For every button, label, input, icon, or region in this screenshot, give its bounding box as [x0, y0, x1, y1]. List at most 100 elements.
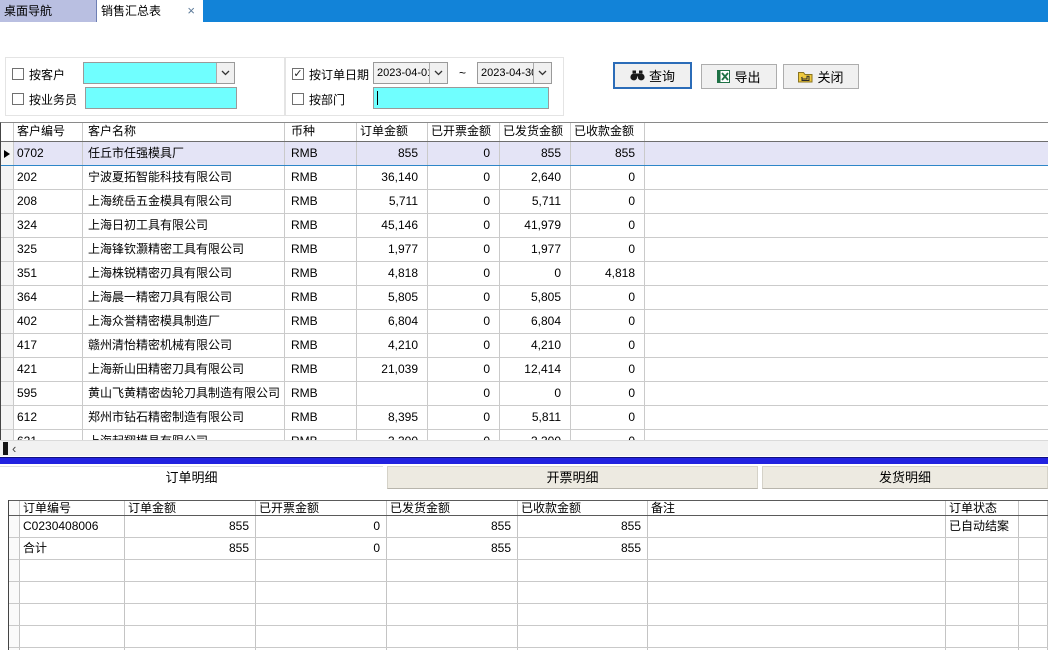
- cell-order-amount: 855: [125, 538, 256, 559]
- tab-shipment-detail[interactable]: 发货明细: [762, 466, 1048, 489]
- order-detail-row[interactable]: 合计8550855855: [9, 538, 1048, 560]
- cell-invoiced-amount: 0: [428, 358, 500, 381]
- cell-currency: RMB: [285, 142, 357, 165]
- cell-shipped-amount: 3,300: [500, 430, 571, 440]
- row-selector: [1, 358, 14, 381]
- customer-row[interactable]: 325上海锋钦灏精密工具有限公司RMB1,97701,9770: [1, 238, 1048, 262]
- cell-filler: [645, 358, 1048, 381]
- cell-invoiced-amount: 0: [428, 406, 500, 429]
- tab-sales-summary[interactable]: 销售汇总表 ×: [97, 0, 203, 22]
- col-shipped-amount[interactable]: 已发货金额: [500, 123, 571, 141]
- empty-row[interactable]: [9, 560, 1048, 582]
- cell-received-amount: [518, 582, 648, 603]
- customer-row[interactable]: 351上海株锐精密刃具有限公司RMB4,818004,818: [1, 262, 1048, 286]
- cell-shipped-amount: 855: [500, 142, 571, 165]
- checkbox-icon[interactable]: [292, 93, 304, 105]
- customer-row[interactable]: 324上海日初工具有限公司RMB45,146041,9790: [1, 214, 1048, 238]
- cell-invoiced-amount: 0: [428, 142, 500, 165]
- checkbox-checked-icon[interactable]: ✓: [292, 68, 304, 80]
- cell-invoiced-amount: [256, 560, 387, 581]
- customer-row[interactable]: 202宁波夏拓智能科技有限公司RMB36,14002,6400: [1, 166, 1048, 190]
- col-invoiced-amount[interactable]: 已开票金额: [428, 123, 500, 141]
- by-department-checkbox[interactable]: 按部门: [292, 92, 345, 106]
- cell-invoiced-amount: [256, 582, 387, 603]
- cell-order-amount: [125, 604, 256, 625]
- tab-invoice-detail[interactable]: 开票明细: [387, 466, 758, 489]
- cell-shipped-amount: 1,977: [500, 238, 571, 261]
- tab-order-detail[interactable]: 订单明细: [0, 466, 383, 489]
- query-button[interactable]: 查询: [614, 63, 691, 88]
- col-order-status[interactable]: 订单状态: [946, 501, 1019, 515]
- date-from-combo[interactable]: 2023-04-01: [373, 62, 448, 84]
- cell-order-amount: [357, 382, 428, 405]
- customer-row[interactable]: 595黄山飞黄精密齿轮刀具制造有限公司RMB000: [1, 382, 1048, 406]
- cell-invoiced-amount: 0: [428, 286, 500, 309]
- col-currency[interactable]: 币种: [285, 123, 357, 141]
- cell-shipped-amount: 0: [500, 262, 571, 285]
- cell-customer-name: 上海晨一精密刀具有限公司: [83, 286, 285, 309]
- customer-row[interactable]: 417赣州清怡精密机械有限公司RMB4,21004,2100: [1, 334, 1048, 358]
- col-shipped-amount[interactable]: 已发货金额: [387, 501, 518, 515]
- cell-order-no: [20, 582, 125, 603]
- cell-note: [648, 604, 946, 625]
- checkbox-icon[interactable]: [12, 93, 24, 105]
- by-customer-checkbox[interactable]: 按客户: [12, 67, 65, 81]
- customer-row[interactable]: 364上海晨一精密刀具有限公司RMB5,80505,8050: [1, 286, 1048, 310]
- salesman-input[interactable]: [85, 87, 237, 109]
- cell-order-status: 已自动结案: [946, 516, 1019, 537]
- cell-order-status: [946, 560, 1019, 581]
- col-order-amount[interactable]: 订单金额: [125, 501, 256, 515]
- order-detail-row[interactable]: C02304080068550855855已自动结案: [9, 516, 1048, 538]
- department-input[interactable]: [373, 87, 549, 109]
- cell-currency: RMB: [285, 166, 357, 189]
- close-button[interactable]: 关闭: [783, 64, 859, 89]
- cell-customer-name: 任丘市任强模具厂: [83, 142, 285, 165]
- close-tab-icon[interactable]: ×: [187, 0, 195, 22]
- export-button[interactable]: 导出: [701, 64, 777, 89]
- col-received-amount[interactable]: 已收款金额: [571, 123, 645, 141]
- panel-splitter[interactable]: [0, 457, 1048, 464]
- horizontal-scrollbar[interactable]: ‹: [0, 440, 1048, 456]
- date-to-drop-button[interactable]: [533, 63, 551, 83]
- cell-order-amount: [125, 560, 256, 581]
- row-selector: [1, 334, 14, 357]
- date-to-value[interactable]: 2023-04-30: [478, 63, 533, 83]
- customer-combo-value[interactable]: [84, 63, 216, 83]
- date-to-combo[interactable]: 2023-04-30: [477, 62, 552, 84]
- cell-filler: [645, 238, 1048, 261]
- cell-received-amount: 0: [571, 238, 645, 261]
- scroll-left-arrow-icon[interactable]: ‹: [12, 441, 16, 456]
- col-order-amount[interactable]: 订单金额: [357, 123, 428, 141]
- date-from-value[interactable]: 2023-04-01: [374, 63, 429, 83]
- col-note[interactable]: 备注: [648, 501, 946, 515]
- col-invoiced-amount[interactable]: 已开票金额: [256, 501, 387, 515]
- scrollbar-thumb[interactable]: [3, 442, 8, 455]
- cell-customer-id: 402: [14, 310, 83, 333]
- by-order-date-checkbox[interactable]: ✓ 按订单日期: [292, 67, 369, 81]
- col-order-no[interactable]: 订单编号: [20, 501, 125, 515]
- customer-row[interactable]: 612郑州市钻石精密制造有限公司RMB8,39505,8110: [1, 406, 1048, 430]
- row-selector: [9, 538, 20, 559]
- row-selector: [1, 430, 14, 440]
- text-cursor: [377, 91, 378, 105]
- date-from-drop-button[interactable]: [429, 63, 447, 83]
- empty-row[interactable]: [9, 604, 1048, 626]
- customer-combo-drop-button[interactable]: [216, 63, 234, 83]
- customer-row[interactable]: 0702任丘市任强模具厂RMB8550855855: [1, 142, 1048, 166]
- tab-desktop-navigation[interactable]: 桌面导航: [0, 0, 97, 22]
- customer-row[interactable]: 421上海新山田精密刀具有限公司RMB21,039012,4140: [1, 358, 1048, 382]
- by-salesman-checkbox[interactable]: 按业务员: [12, 92, 77, 106]
- customer-combo[interactable]: [83, 62, 235, 84]
- customer-row[interactable]: 621上海起翔模具有限公司RMB3,30003,3000: [1, 430, 1048, 440]
- cell-currency: RMB: [285, 214, 357, 237]
- cell-order-status: [946, 604, 1019, 625]
- cell-customer-name: 上海日初工具有限公司: [83, 214, 285, 237]
- empty-row[interactable]: [9, 582, 1048, 604]
- checkbox-icon[interactable]: [12, 68, 24, 80]
- col-received-amount[interactable]: 已收款金额: [518, 501, 648, 515]
- customer-row[interactable]: 208上海统岳五金模具有限公司RMB5,71105,7110: [1, 190, 1048, 214]
- col-customer-name[interactable]: 客户名称: [83, 123, 285, 141]
- customer-row[interactable]: 402上海众誉精密模具制造厂RMB6,80406,8040: [1, 310, 1048, 334]
- empty-row[interactable]: [9, 626, 1048, 648]
- col-customer-id[interactable]: 客户编号: [14, 123, 83, 141]
